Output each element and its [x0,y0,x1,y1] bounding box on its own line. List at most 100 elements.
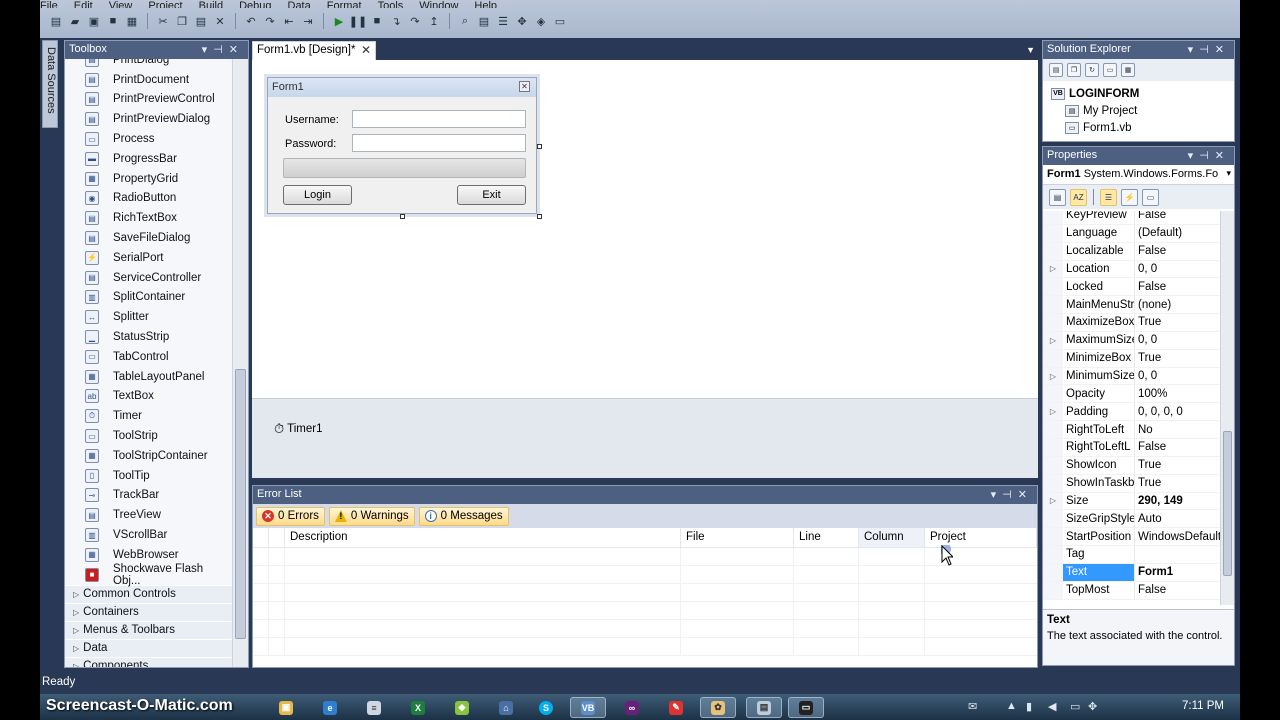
property-row[interactable]: Opacity 100% [1043,385,1220,404]
property-row[interactable]: MainMenuStr (none) [1043,296,1220,315]
toolbox-item[interactable]: ▤ SaveFileDialog [65,228,232,248]
menu-item[interactable]: Window [419,0,458,8]
expand-arrow-icon[interactable]: ▷ [73,590,79,599]
copy-icon[interactable]: ❐ [174,13,190,29]
property-name[interactable]: KeyPreview [1063,211,1135,224]
property-row[interactable]: Locked False [1043,278,1220,297]
visual-studio-icon[interactable]: ∞ [614,697,650,718]
document-menu-icon[interactable]: ▼ [1026,45,1035,55]
property-row[interactable]: Localizable False [1043,242,1220,261]
notepad-icon[interactable]: ≡ [356,697,392,718]
property-value[interactable]: False [1135,278,1220,295]
add-item-icon[interactable]: ▣ [86,13,102,29]
expand-arrow-icon[interactable]: ▷ [1043,367,1063,385]
action-center-icon[interactable]: ✉ [968,700,977,713]
property-name[interactable]: Size [1063,492,1135,510]
property-row[interactable]: ▷ MaximumSize 0, 0 [1043,331,1220,350]
notepad2-icon[interactable]: ▤ [746,697,782,718]
properties-view-icon[interactable]: ☰ [1100,188,1117,206]
paint-icon[interactable]: ✿ [700,697,736,718]
toolbox-item[interactable]: ◉ RadioButton [65,189,232,209]
vb-designer-icon[interactable]: VB [570,697,606,718]
toolbox-item[interactable]: ▬ ProgressBar [65,149,232,169]
property-name[interactable]: Padding [1063,403,1135,421]
panel-controls[interactable]: ▾⊣✕ [991,488,1033,501]
show-hidden-icons-icon[interactable]: ▲ [1006,700,1017,712]
timer1-component[interactable]: ⏱ Timer1 [274,421,323,437]
expand-arrow-icon[interactable]: ▷ [1043,331,1063,349]
android-icon[interactable]: ◆ [444,697,480,718]
menu-item[interactable]: Debug [239,0,271,8]
navigate-forward-icon[interactable]: ⇥ [300,13,316,29]
toolbox-item[interactable]: ▤ TreeView [65,505,232,525]
expand-arrow-icon[interactable]: ▷ [73,626,79,635]
property-name[interactable]: StartPosition [1063,528,1135,546]
step-over-icon[interactable]: ↷ [407,13,423,29]
toolbox-category[interactable]: ▷ Components [65,656,232,667]
refresh-icon[interactable]: ↻ [1085,63,1099,77]
categorized-icon[interactable]: ▤ [1049,188,1066,206]
property-value[interactable]: Form1 [1135,564,1220,581]
dropbox-icon[interactable]: ✥ [1088,700,1097,713]
property-name[interactable]: MaximizeBox [1063,314,1135,331]
property-name[interactable]: RightToLeft [1063,421,1135,438]
password-field[interactable] [352,134,526,152]
close-tab-icon[interactable]: ✕ [361,43,371,57]
property-value[interactable]: WindowsDefault [1135,528,1220,545]
object-browser-icon[interactable]: ◈ [533,13,549,29]
tree-item-form1[interactable]: ▭ Form1.vb [1051,119,1226,136]
toolbox-category[interactable]: ▷ Menus & Toolbars [65,620,232,639]
property-row[interactable]: ▷ Size 290, 149 [1043,492,1220,511]
property-value[interactable]: False [1135,243,1220,260]
menu-item[interactable]: View [109,0,133,8]
resize-handle-bottom[interactable] [400,214,405,219]
username-field[interactable] [352,110,526,128]
toolbox-item[interactable]: ▭ ToolStrip [65,426,232,446]
menu-item[interactable]: Edit [74,0,93,8]
property-row[interactable]: Text Form1 [1043,563,1220,582]
property-name[interactable]: Language [1063,224,1135,242]
toolbox-item[interactable]: ▤ PrintDialog [65,59,232,70]
toolbox-item[interactable]: ▦ TableLayoutPanel [65,367,232,387]
property-value[interactable]: 290, 149 [1135,493,1220,510]
property-name[interactable]: SizeGripStyle [1063,510,1135,528]
property-name[interactable]: ShowInTaskb [1063,474,1135,492]
form1-window[interactable]: Form1 ✕ Username: Password: Login Exit [267,77,537,214]
cut-icon[interactable]: ✂ [155,13,171,29]
property-row[interactable]: Language (Default) [1043,224,1220,243]
properties-icon[interactable]: ▤ [1049,63,1063,77]
toolbox-item[interactable]: ▤ PrintPreviewControl [65,90,232,110]
expand-arrow-icon[interactable]: ▷ [73,662,79,667]
property-name[interactable]: Opacity [1063,385,1135,403]
excel-icon[interactable]: X [400,697,436,718]
expand-arrow-icon[interactable]: ▷ [1043,403,1063,421]
property-name[interactable]: Locked [1063,278,1135,296]
toolbox-item[interactable]: ▭ Process [65,129,232,149]
expand-arrow-icon[interactable]: ▷ [73,644,79,653]
property-value[interactable]: True [1135,314,1220,331]
toolbox-item[interactable]: ⏱ Timer [65,406,232,426]
exit-button[interactable]: Exit [457,185,526,205]
toolbox-item[interactable]: ⚡ SerialPort [65,248,232,268]
property-value[interactable]: No [1135,421,1220,438]
property-value[interactable]: True [1135,457,1220,474]
property-value[interactable]: False [1135,211,1220,224]
property-value[interactable]: False [1135,439,1220,456]
property-name[interactable]: MinimizeBox [1063,349,1135,367]
property-name[interactable]: MaximumSize [1063,331,1135,349]
expand-arrow-icon[interactable]: ▷ [1043,492,1063,510]
toolbox-icon[interactable]: ✥ [514,13,530,29]
step-into-icon[interactable]: ↴ [388,13,404,29]
toolbox-item[interactable]: ▥ SplitContainer [65,288,232,308]
undo-icon[interactable]: ↶ [243,13,259,29]
shell-icon[interactable]: ✎ [658,697,694,718]
menu-item[interactable]: Tools [378,0,404,8]
save-icon[interactable]: ■ [105,13,121,29]
cmd-icon[interactable]: ▭ [788,697,824,718]
toolbox-category[interactable]: ▷ Data [65,638,232,657]
toolbox-item[interactable]: ▯ ToolTip [65,466,232,486]
menu-item[interactable]: Help [474,0,497,8]
resize-handle-corner[interactable] [537,214,542,219]
errors-filter-button[interactable]: ✕ 0 Errors [256,506,325,526]
property-row[interactable]: KeyPreview False [1043,211,1220,225]
